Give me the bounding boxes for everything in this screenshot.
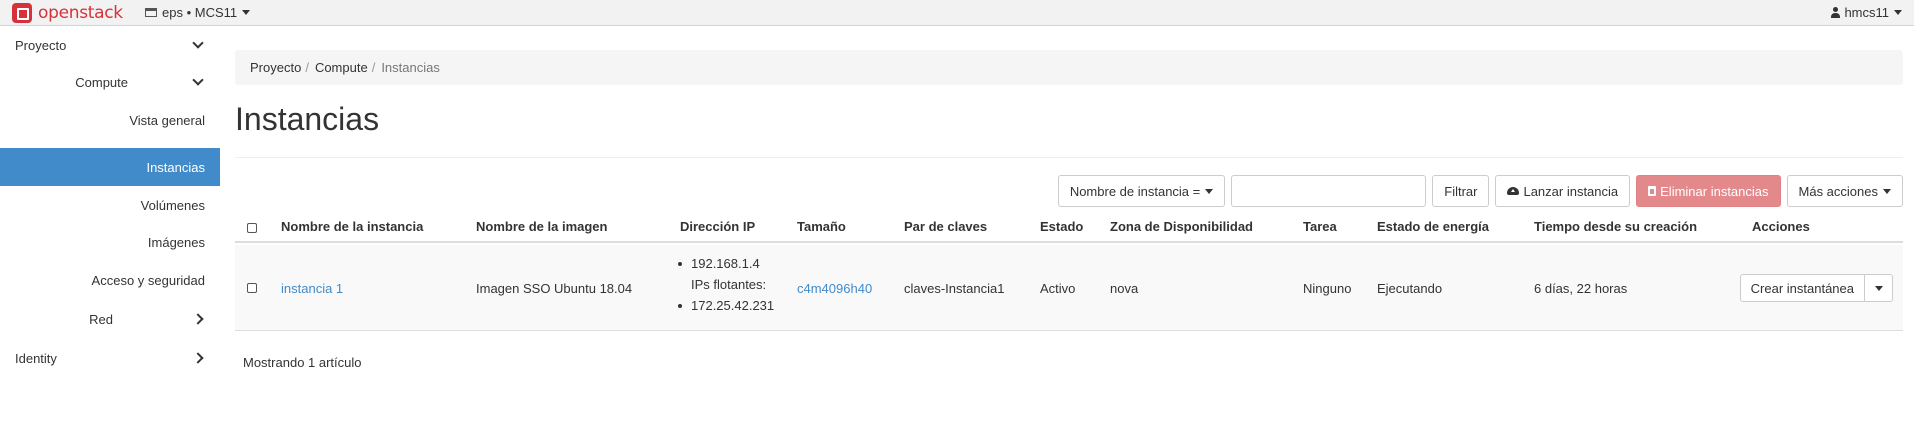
column-header[interactable]: Par de claves: [904, 219, 987, 234]
delete-instances-button[interactable]: Eliminar instancias: [1636, 175, 1781, 207]
row-actions: Crear instantánea: [1739, 274, 1893, 302]
select-all-checkbox[interactable]: [247, 223, 257, 233]
sidebar-item-acceso-seguridad[interactable]: Acceso y seguridad: [0, 262, 220, 298]
breadcrumb-separator: /: [371, 60, 376, 75]
sidebar-item-label: Red: [89, 311, 113, 327]
page-title: Instancias: [235, 101, 380, 137]
column-header[interactable]: Nombre de la instancia: [281, 219, 423, 234]
sidebar-item-vista-general[interactable]: Vista general: [0, 102, 220, 138]
caret-down-icon: [1883, 188, 1891, 194]
table-toolbar: Nombre de instancia = Filtrar Lanzar ins…: [1052, 175, 1903, 207]
column-header[interactable]: Tamaño: [797, 219, 846, 234]
more-actions-button[interactable]: Más acciones: [1786, 175, 1903, 207]
row-checkbox[interactable]: [247, 283, 257, 293]
sidebar-item-label: Instancias: [146, 159, 205, 175]
column-header[interactable]: Estado de energía: [1377, 219, 1489, 234]
fixed-ip: 192.168.1.4: [677, 253, 774, 274]
project-switcher[interactable]: eps • MCS11: [145, 5, 251, 20]
user-icon: [1831, 7, 1841, 18]
floating-ips-label: IPs flotantes:: [691, 277, 767, 292]
column-header[interactable]: Nombre de la imagen: [476, 219, 607, 234]
server-icon: [145, 8, 157, 17]
row-actions-dropdown[interactable]: [1865, 274, 1893, 302]
chevron-right-icon: [192, 352, 204, 364]
delete-instances-label: Eliminar instancias: [1660, 183, 1769, 199]
sidebar-item-label: Identity: [15, 350, 57, 366]
user-menu[interactable]: hmcs11: [1831, 5, 1902, 20]
sidebar-item-imagenes[interactable]: Imágenes: [0, 224, 220, 260]
column-header[interactable]: Tiempo desde su creación: [1534, 219, 1697, 234]
column-header[interactable]: Zona de Disponibilidad: [1110, 219, 1253, 234]
caret-down-icon: [1894, 10, 1902, 15]
chevron-down-icon: [192, 74, 204, 86]
flavor-link[interactable]: c4m4096h40: [797, 281, 872, 296]
launch-instance-label: Lanzar instancia: [1523, 183, 1619, 199]
trash-icon: [1648, 186, 1657, 196]
table-footer: Mostrando 1 artículo: [243, 355, 362, 370]
launch-instance-button[interactable]: Lanzar instancia: [1495, 175, 1631, 207]
image-name: Imagen SSO Ubuntu 18.04: [476, 281, 633, 296]
project-label: eps • MCS11: [162, 5, 238, 20]
filter-input[interactable]: [1231, 175, 1427, 207]
breadcrumb-instancias: Instancias: [381, 60, 440, 75]
instance-name-link[interactable]: instancia 1: [281, 281, 343, 296]
sidebar-item-label: Proyecto: [15, 37, 67, 53]
filter-field-select[interactable]: Nombre de instancia =: [1057, 175, 1226, 207]
availability-zone: nova: [1110, 281, 1139, 296]
table-row: instancia 1 Imagen SSO Ubuntu 18.04 192.…: [235, 245, 1903, 331]
column-header[interactable]: Dirección IP: [680, 219, 755, 234]
table-header: Nombre de la instancia Nombre de la imag…: [235, 210, 1903, 243]
status: Activo: [1040, 281, 1076, 296]
breadcrumb: Proyecto / Compute / Instancias: [235, 50, 1903, 85]
openstack-logo-icon: [12, 3, 32, 23]
power-state: Ejecutando: [1377, 281, 1443, 296]
caret-down-icon: [1874, 285, 1883, 291]
openstack-logo[interactable]: openstack: [12, 2, 123, 24]
sidebar: Proyecto Compute Vista general Instancia…: [0, 27, 220, 426]
column-header[interactable]: Tarea: [1303, 219, 1337, 234]
filter-field-label: Nombre de instancia =: [1069, 183, 1201, 199]
user-label: hmcs11: [1844, 5, 1889, 20]
caret-down-icon: [242, 10, 251, 15]
chevron-down-icon: [192, 37, 204, 49]
sidebar-item-label: Compute: [75, 74, 128, 90]
sidebar-item-compute[interactable]: Compute: [0, 64, 220, 100]
sidebar-item-red[interactable]: Red: [0, 301, 220, 337]
more-actions-label: Más acciones: [1798, 183, 1878, 199]
task: Ninguno: [1303, 281, 1352, 296]
filter-button[interactable]: Filtrar: [1432, 175, 1490, 207]
caret-down-icon: [1205, 188, 1214, 194]
create-snapshot-button[interactable]: Crear instantánea: [1739, 274, 1865, 302]
breadcrumb-compute[interactable]: Compute: [315, 60, 368, 75]
column-header: Acciones: [1752, 219, 1810, 234]
age: 6 días, 22 horas: [1534, 281, 1628, 296]
sidebar-item-label: Volúmenes: [140, 197, 205, 213]
sidebar-item-label: Acceso y seguridad: [91, 272, 205, 288]
floating-ip: 172.25.42.231: [677, 295, 774, 316]
divider: [235, 157, 1903, 158]
breadcrumb-separator: /: [305, 60, 309, 75]
column-header[interactable]: Estado: [1040, 219, 1083, 234]
sidebar-item-proyecto[interactable]: Proyecto: [0, 27, 220, 63]
sidebar-item-volumenes[interactable]: Volúmenes: [0, 187, 220, 223]
sidebar-item-identity[interactable]: Identity: [0, 340, 220, 376]
ip-address-list: 192.168.1.4 IPs flotantes: 172.25.42.231: [677, 253, 774, 316]
logo-text: openstack: [38, 3, 123, 23]
breadcrumb-proyecto[interactable]: Proyecto: [250, 60, 301, 75]
top-navbar: openstack eps • MCS11 hmcs11: [0, 0, 1914, 26]
sidebar-item-label: Imágenes: [147, 234, 205, 250]
sidebar-item-label: Vista general: [129, 112, 205, 128]
cloud-upload-icon: [1507, 187, 1520, 195]
keypair: claves-Instancia1: [904, 281, 1005, 296]
chevron-right-icon: [192, 313, 204, 325]
sidebar-item-instancias[interactable]: Instancias: [0, 148, 220, 186]
